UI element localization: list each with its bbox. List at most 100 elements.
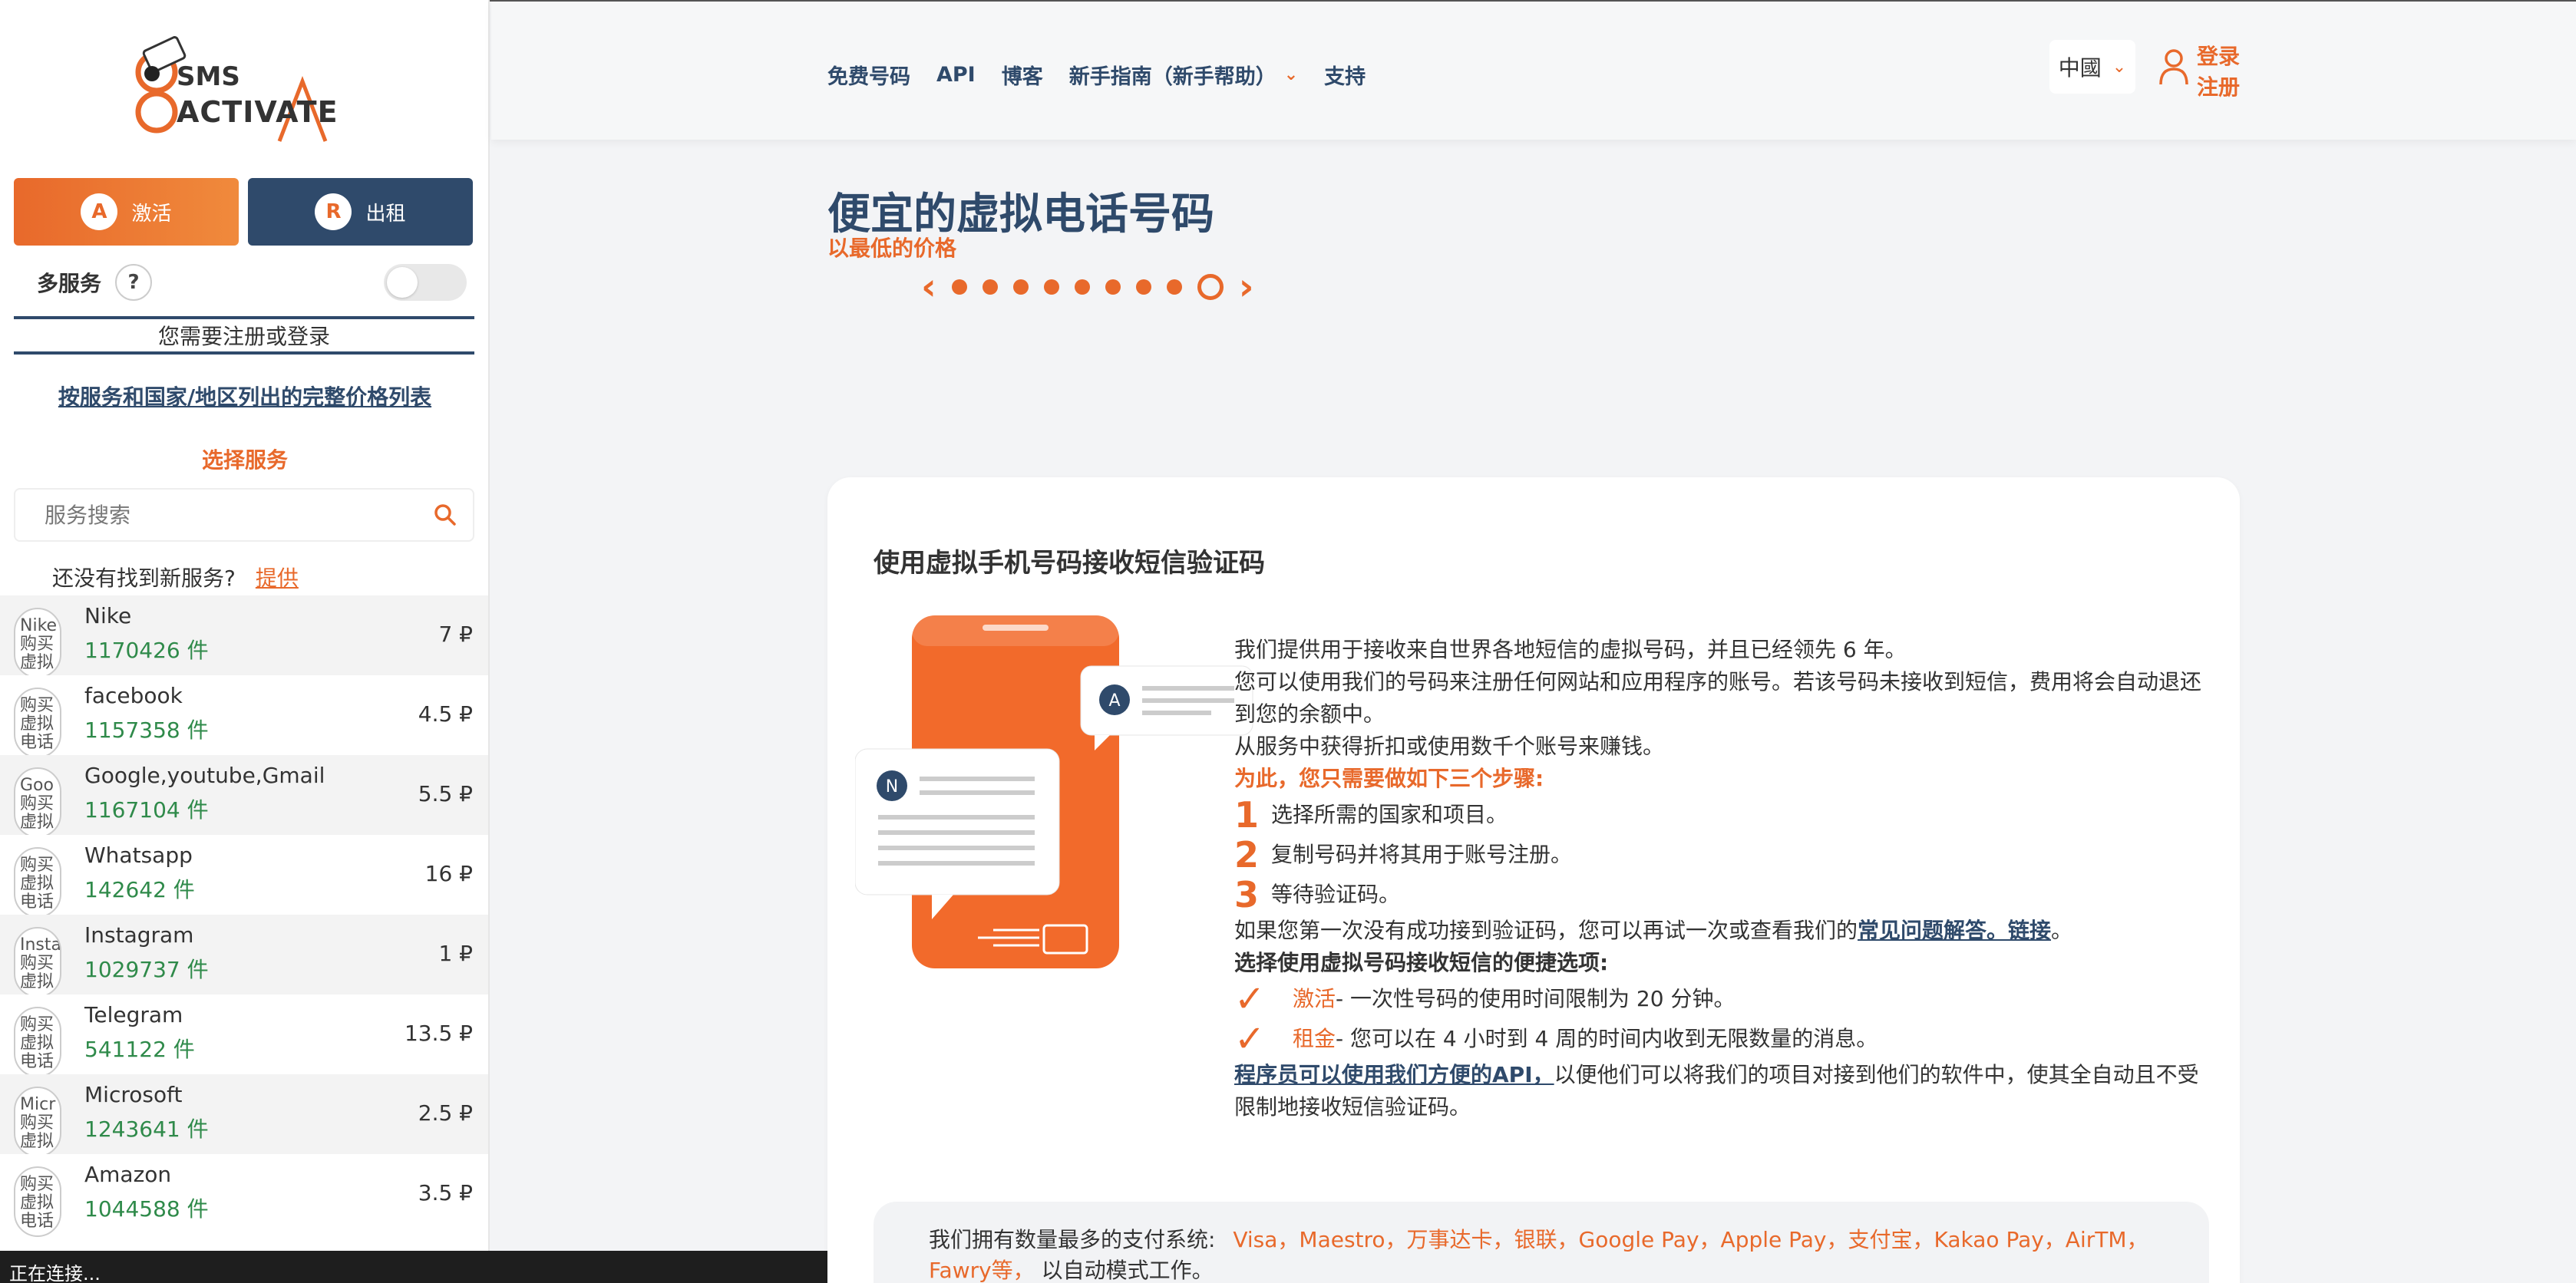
service-search xyxy=(14,488,474,542)
option-text: - 一次性号码的使用时间限制为 20 分钟。 xyxy=(1336,986,1735,1011)
step-text: 复制号码并将其用于账号注册。 xyxy=(1271,842,1573,867)
mode-switch: A 激活 R 出租 xyxy=(14,178,473,246)
service-name: Amazon xyxy=(84,1162,172,1187)
choose-service-heading: 选择服务 xyxy=(201,447,288,473)
slider-controls: ‹ › xyxy=(921,266,1254,308)
slider-dot[interactable] xyxy=(951,279,967,295)
facebook-icon: 购买虚拟电话 xyxy=(14,688,61,758)
service-name: Microsoft xyxy=(84,1082,183,1107)
intro-paragraph-1: 我们提供用于接收来自世界各地短信的虚拟号码，并且已经领先 6 年。 xyxy=(1234,637,1907,662)
payment-suffix: 以自动模式工作。 xyxy=(1041,1258,1214,1283)
google-icon: Goo 购买虚拟 xyxy=(14,767,61,838)
nav-free-numbers[interactable]: 免费号码 xyxy=(827,60,910,90)
login-required-notice: 您需要注册或登录 xyxy=(14,316,474,355)
payment-methods-box: 我们拥有数量最多的支付系统: Visa，Maestro，万事达卡，银联，Goog… xyxy=(874,1202,2209,1283)
service-price: 3.5 ₽ xyxy=(418,1180,473,1205)
step-2: 2 复制号码并将其用于账号注册。 xyxy=(1234,835,2209,875)
chevron-down-icon: ⌄ xyxy=(2112,57,2127,77)
slider-dot[interactable] xyxy=(982,279,998,295)
api-link[interactable]: 程序员可以使用我们方便的API， xyxy=(1234,1062,1554,1087)
slider-dot[interactable] xyxy=(1105,279,1121,295)
bubble-n-letter: N xyxy=(886,777,898,797)
service-count: 541122 件 xyxy=(84,1037,195,1062)
step-number: 1 xyxy=(1234,794,1260,836)
service-list: Nike 购买虚拟 Nike 1170426 件 7 ₽ 购买虚拟电话 face… xyxy=(0,595,488,1237)
faq-link[interactable]: 常见问题解答。链接 xyxy=(1858,918,2051,943)
options-heading: 选择使用虚拟号码接收短信的便捷选项: xyxy=(1234,950,1609,975)
register-link[interactable]: 注册 xyxy=(2197,72,2240,103)
slider-dot[interactable] xyxy=(1012,279,1029,295)
option-name[interactable]: 激活 xyxy=(1293,983,1336,1015)
nav-api[interactable]: API xyxy=(936,60,976,90)
slider-dot-active[interactable] xyxy=(1197,274,1224,300)
auth-links: 登录 注册 xyxy=(2197,41,2240,103)
not-found-row: 还没有找到新服务? 提供 xyxy=(52,562,299,592)
payment-prefix: 我们拥有数量最多的支付系统: xyxy=(929,1227,1216,1252)
price-list-link[interactable]: 按服务和国家/地区列出的完整价格列表 xyxy=(0,381,488,411)
rent-icon: R xyxy=(315,193,352,230)
service-price: 2.5 ₽ xyxy=(418,1100,473,1126)
option-activation: ✓ 激活 - 一次性号码的使用时间限制为 20 分钟。 xyxy=(1234,979,2209,1019)
service-row-whatsapp[interactable]: 购买虚拟电话 Whatsapp 142642 件 16 ₽ xyxy=(0,835,488,918)
multi-service-label: 多服务 xyxy=(37,271,102,296)
step-text: 选择所需的国家和项目。 xyxy=(1271,802,1508,827)
step-1: 1 选择所需的国家和项目。 xyxy=(1234,795,2209,835)
rent-mode-button[interactable]: R 出租 xyxy=(248,178,473,246)
step-number: 3 xyxy=(1234,874,1260,915)
bubble-a-letter: A xyxy=(1108,691,1120,711)
search-icon[interactable] xyxy=(433,503,457,527)
slider-dot[interactable] xyxy=(1166,279,1182,295)
browser-status-bar: 正在连接... xyxy=(0,1251,857,1283)
message-bubble-a: A xyxy=(1080,665,1253,750)
sidebar: SMS ACTIVATE A 激活 R 出租 多服务 ? 您需要注册或登录 按服… xyxy=(0,0,490,1283)
service-row-facebook[interactable]: 购买虚拟电话 facebook 1157358 件 4.5 ₽ xyxy=(0,675,488,758)
service-name: Telegram xyxy=(84,1002,183,1027)
slider-dot[interactable] xyxy=(1074,279,1090,295)
sms-activate-logo[interactable]: SMS ACTIVATE xyxy=(129,28,359,143)
offer-service-link[interactable]: 提供 xyxy=(256,566,299,591)
logo-text-activate: ACTIVATE xyxy=(177,95,339,129)
service-row-google[interactable]: Goo 购买虚拟 Google,youtube,Gmail 1167104 件 … xyxy=(0,755,488,838)
checkmark-icon: ✓ xyxy=(1234,1017,1266,1060)
retry-end: 。 xyxy=(2051,918,2073,943)
chevron-left-icon[interactable]: ‹ xyxy=(921,266,936,308)
activate-icon: A xyxy=(81,193,118,230)
option-rent: ✓ 租金 - 您可以在 4 小时到 4 周的时间内收到无限数量的消息。 xyxy=(1234,1019,2209,1059)
nav-support[interactable]: 支持 xyxy=(1324,60,1366,90)
service-row-amazon[interactable]: 购买虚拟电话 Amazon 1044588 件 3.5 ₽ xyxy=(0,1154,488,1237)
service-price: 7 ₽ xyxy=(438,622,473,647)
service-price: 1 ₽ xyxy=(438,941,473,966)
service-search-input[interactable] xyxy=(45,502,433,528)
service-count: 1243641 件 xyxy=(84,1116,209,1142)
language-select[interactable]: 中國 ⌄ xyxy=(2049,40,2135,94)
chevron-right-icon[interactable]: › xyxy=(1239,266,1254,308)
language-value: 中國 xyxy=(2058,55,2102,81)
instagram-icon: Insta 购买虚拟 xyxy=(14,927,61,998)
option-name[interactable]: 租金 xyxy=(1293,1023,1336,1055)
service-row-telegram[interactable]: 购买虚拟电话 Telegram 541122 件 13.5 ₽ xyxy=(0,994,488,1077)
service-price: 5.5 ₽ xyxy=(418,781,473,806)
step-number: 2 xyxy=(1234,834,1260,876)
activate-mode-button[interactable]: A 激活 xyxy=(14,178,239,246)
login-link[interactable]: 登录 xyxy=(2197,41,2240,72)
service-row-microsoft[interactable]: Micr 购买虚拟 Microsoft 1243641 件 2.5 ₽ xyxy=(0,1074,488,1157)
user-icon[interactable] xyxy=(2158,48,2189,87)
slider-dot[interactable] xyxy=(1043,279,1059,295)
nav-guide[interactable]: 新手指南（新手帮助） ⌄ xyxy=(1069,60,1298,90)
question-icon[interactable]: ? xyxy=(115,264,153,301)
multi-service-toggle[interactable] xyxy=(384,264,467,301)
service-count: 1167104 件 xyxy=(84,797,209,823)
card-content: 我们提供用于接收来自世界各地短信的虚拟号码，并且已经领先 6 年。 您可以使用我… xyxy=(1234,634,2209,1123)
service-row-instagram[interactable]: Insta 购买虚拟 Instagram 1029737 件 1 ₽ xyxy=(0,915,488,998)
nav-blog[interactable]: 博客 xyxy=(1002,60,1043,90)
checkmark-icon: ✓ xyxy=(1234,978,1266,1021)
service-price: 16 ₽ xyxy=(424,861,473,886)
service-price: 4.5 ₽ xyxy=(418,701,473,727)
phone-sms-illustration: A N xyxy=(855,615,1253,968)
intro-paragraph-3: 从服务中获得折扣或使用数千个账号来赚钱。 xyxy=(1234,734,1665,759)
microsoft-icon: Micr 购买虚拟 xyxy=(14,1087,61,1157)
activate-label: 激活 xyxy=(131,202,172,226)
service-row-nike[interactable]: Nike 购买虚拟 Nike 1170426 件 7 ₽ xyxy=(0,595,488,678)
nav-guide-label: 新手指南（新手帮助） xyxy=(1068,65,1276,89)
slider-dot[interactable] xyxy=(1135,279,1151,295)
